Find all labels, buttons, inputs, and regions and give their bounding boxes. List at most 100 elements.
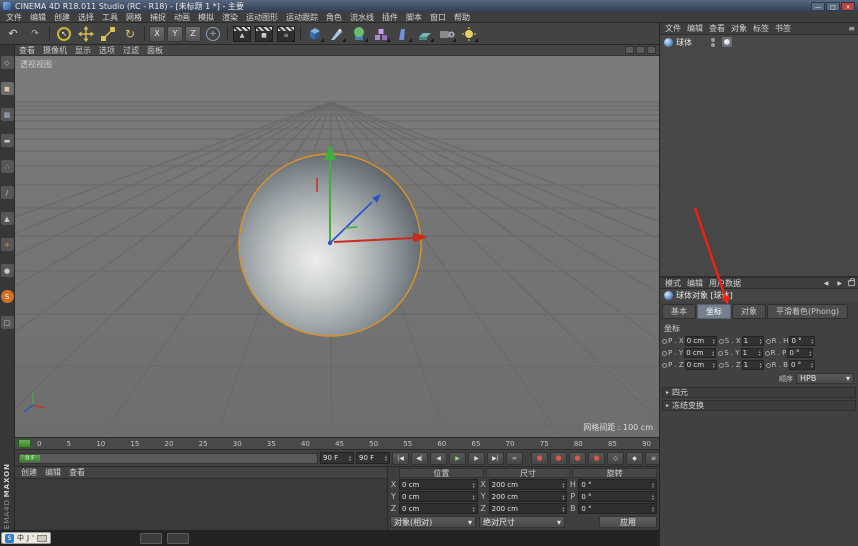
rotate-tool-button[interactable]: ↻ [120,25,140,43]
ime-punct-toggle[interactable]: ' [32,534,34,542]
position-y-field[interactable]: 0 cm▴▾ [399,491,478,502]
keyframe-dot[interactable] [765,351,770,356]
size-y-field[interactable]: 200 cm▴▾ [489,491,568,502]
material-menu-item[interactable]: 编辑 [41,467,65,478]
menubar-item[interactable]: 创建 [50,12,74,23]
model-mode-icon[interactable]: ◼ [1,82,14,95]
viewport-menu-options[interactable]: 选项 [95,45,119,56]
keyframe-dot[interactable] [766,363,771,368]
sz-field[interactable]: 1▴▾ [742,360,764,370]
viewport-menu-view[interactable]: 查看 [15,45,39,56]
texture-mode-icon[interactable]: ▦ [1,108,14,121]
phong-tag-icon[interactable] [722,37,732,47]
deformer-button[interactable] [393,25,413,43]
minimize-button[interactable]: — [811,2,825,11]
record-position-button[interactable]: ● [569,452,586,465]
move-tool-button[interactable] [76,25,96,43]
object-list-item-sphere[interactable]: 球体 [660,35,858,49]
om-menu-tags[interactable]: 标签 [750,23,772,34]
coordinate-mode-select[interactable]: 对象(相对)▾ [390,516,476,528]
scale-tool-button[interactable] [98,25,118,43]
goto-start-button[interactable]: |◀ [392,452,409,465]
menubar-item[interactable]: 渲染 [218,12,242,23]
loop-mode-button[interactable]: ∞ [506,452,523,465]
polygons-mode-icon[interactable]: ▲ [1,212,14,225]
position-z-field[interactable]: 0 cm▴▾ [399,503,478,514]
tab-phong[interactable]: 平滑着色(Phong) [767,304,848,319]
menubar-item[interactable]: 模拟 [194,12,218,23]
om-menu-bookmarks[interactable]: 书签 [772,23,794,34]
viewport-menu-display[interactable]: 显示 [71,45,95,56]
sy-field[interactable]: 1▴▾ [741,348,763,358]
keyboard-icon[interactable] [37,535,47,542]
next-frame-button[interactable]: ▶ [468,452,485,465]
spline-pen-button[interactable] [327,25,347,43]
menubar-item[interactable]: 角色 [322,12,346,23]
render-view-button[interactable]: ▲ [232,25,252,43]
am-forward-icon[interactable]: ▶ [834,280,845,287]
editor-visibility-dot[interactable] [711,38,715,42]
maximize-button[interactable]: □ [826,2,840,11]
viewport-solo-icon[interactable]: ● [1,264,14,277]
close-button[interactable]: × [841,2,855,11]
size-z-field[interactable]: 200 cm▴▾ [489,503,568,514]
menubar-item[interactable]: 脚本 [402,12,426,23]
keyframe-dot[interactable] [662,351,667,356]
om-menu-objects[interactable]: 对象 [728,23,750,34]
rotation-order-select[interactable]: HPB▾ [796,373,854,384]
keyframe-dot[interactable] [718,351,723,356]
subdivision-surface-button[interactable] [349,25,369,43]
om-menu-file[interactable]: 文件 [662,23,684,34]
current-frame-field[interactable]: 90 F ▴▾ [356,452,390,464]
timeline-playhead[interactable] [18,439,31,448]
origin-point[interactable] [328,241,332,245]
previous-key-button[interactable]: ◀| [411,452,428,465]
sx-field[interactable]: 1▴▾ [742,336,764,346]
viewport-menu-panel[interactable]: 面板 [143,45,167,56]
render-settings-button[interactable]: ≡ [276,25,296,43]
material-menu-item[interactable]: 创建 [17,467,41,478]
apply-button[interactable]: 应用 [599,516,657,528]
points-mode-icon[interactable]: ∴ [1,160,14,173]
quaternion-section-header[interactable]: ▸ 四元 [662,387,856,398]
pz-field[interactable]: 0 cm▴▾ [685,360,717,370]
py-field[interactable]: 0 cm▴▾ [684,348,716,358]
am-menu-mode[interactable]: 模式 [662,278,684,289]
menubar-item[interactable]: 窗口 [426,12,450,23]
visibility-toggles[interactable] [711,38,715,47]
power-slider-thumb[interactable]: 0 F [20,455,40,462]
record-parameter-button[interactable]: ◇ [607,452,624,465]
enable-axis-icon[interactable]: + [1,238,14,251]
keyframe-dot[interactable] [766,339,771,344]
perspective-viewport[interactable]: 透视视图 网格间距 : 100 cm [15,56,659,437]
end-frame-field[interactable]: 90 F ▴▾ [320,452,354,464]
size-x-field[interactable]: 200 cm▴▾ [489,479,568,490]
y-axis-lock-button[interactable]: Y [167,26,183,42]
am-back-icon[interactable]: ◀ [821,280,832,287]
record-scale-button[interactable]: ● [588,452,605,465]
autokey-button[interactable]: ● [550,452,567,465]
menubar-item[interactable]: 动画 [170,12,194,23]
menubar-item[interactable]: 文件 [2,12,26,23]
edges-mode-icon[interactable]: / [1,186,14,199]
spinner-icon[interactable]: ▴▾ [349,455,351,461]
play-button[interactable]: ▶ [449,452,466,465]
spinner-icon[interactable]: ▴▾ [385,455,387,461]
am-menu-userdata[interactable]: 用户数据 [706,278,744,289]
keyframe-selection-button[interactable]: ◆ [626,452,643,465]
keyframe-dot[interactable] [719,339,724,344]
ime-mode-toggle[interactable]: J [27,534,29,542]
menubar-item[interactable]: 编辑 [26,12,50,23]
light-button[interactable] [459,25,479,43]
rotation-h-field[interactable]: 0 °▴▾ [578,479,657,490]
viewport-menu-filter[interactable]: 过滤 [119,45,143,56]
make-editable-icon[interactable]: ◇ [1,56,14,69]
om-menu-edit[interactable]: 编辑 [684,23,706,34]
lock-icon[interactable] [848,280,855,286]
coordinate-system-button[interactable]: + [203,25,223,43]
x-axis-lock-button[interactable]: X [149,26,165,42]
freeze-transform-section-header[interactable]: ▸ 冻结变换 [662,400,856,411]
cube-primitive-button[interactable] [305,25,325,43]
goto-end-button[interactable]: ▶| [487,452,504,465]
floor-scene-button[interactable] [415,25,435,43]
